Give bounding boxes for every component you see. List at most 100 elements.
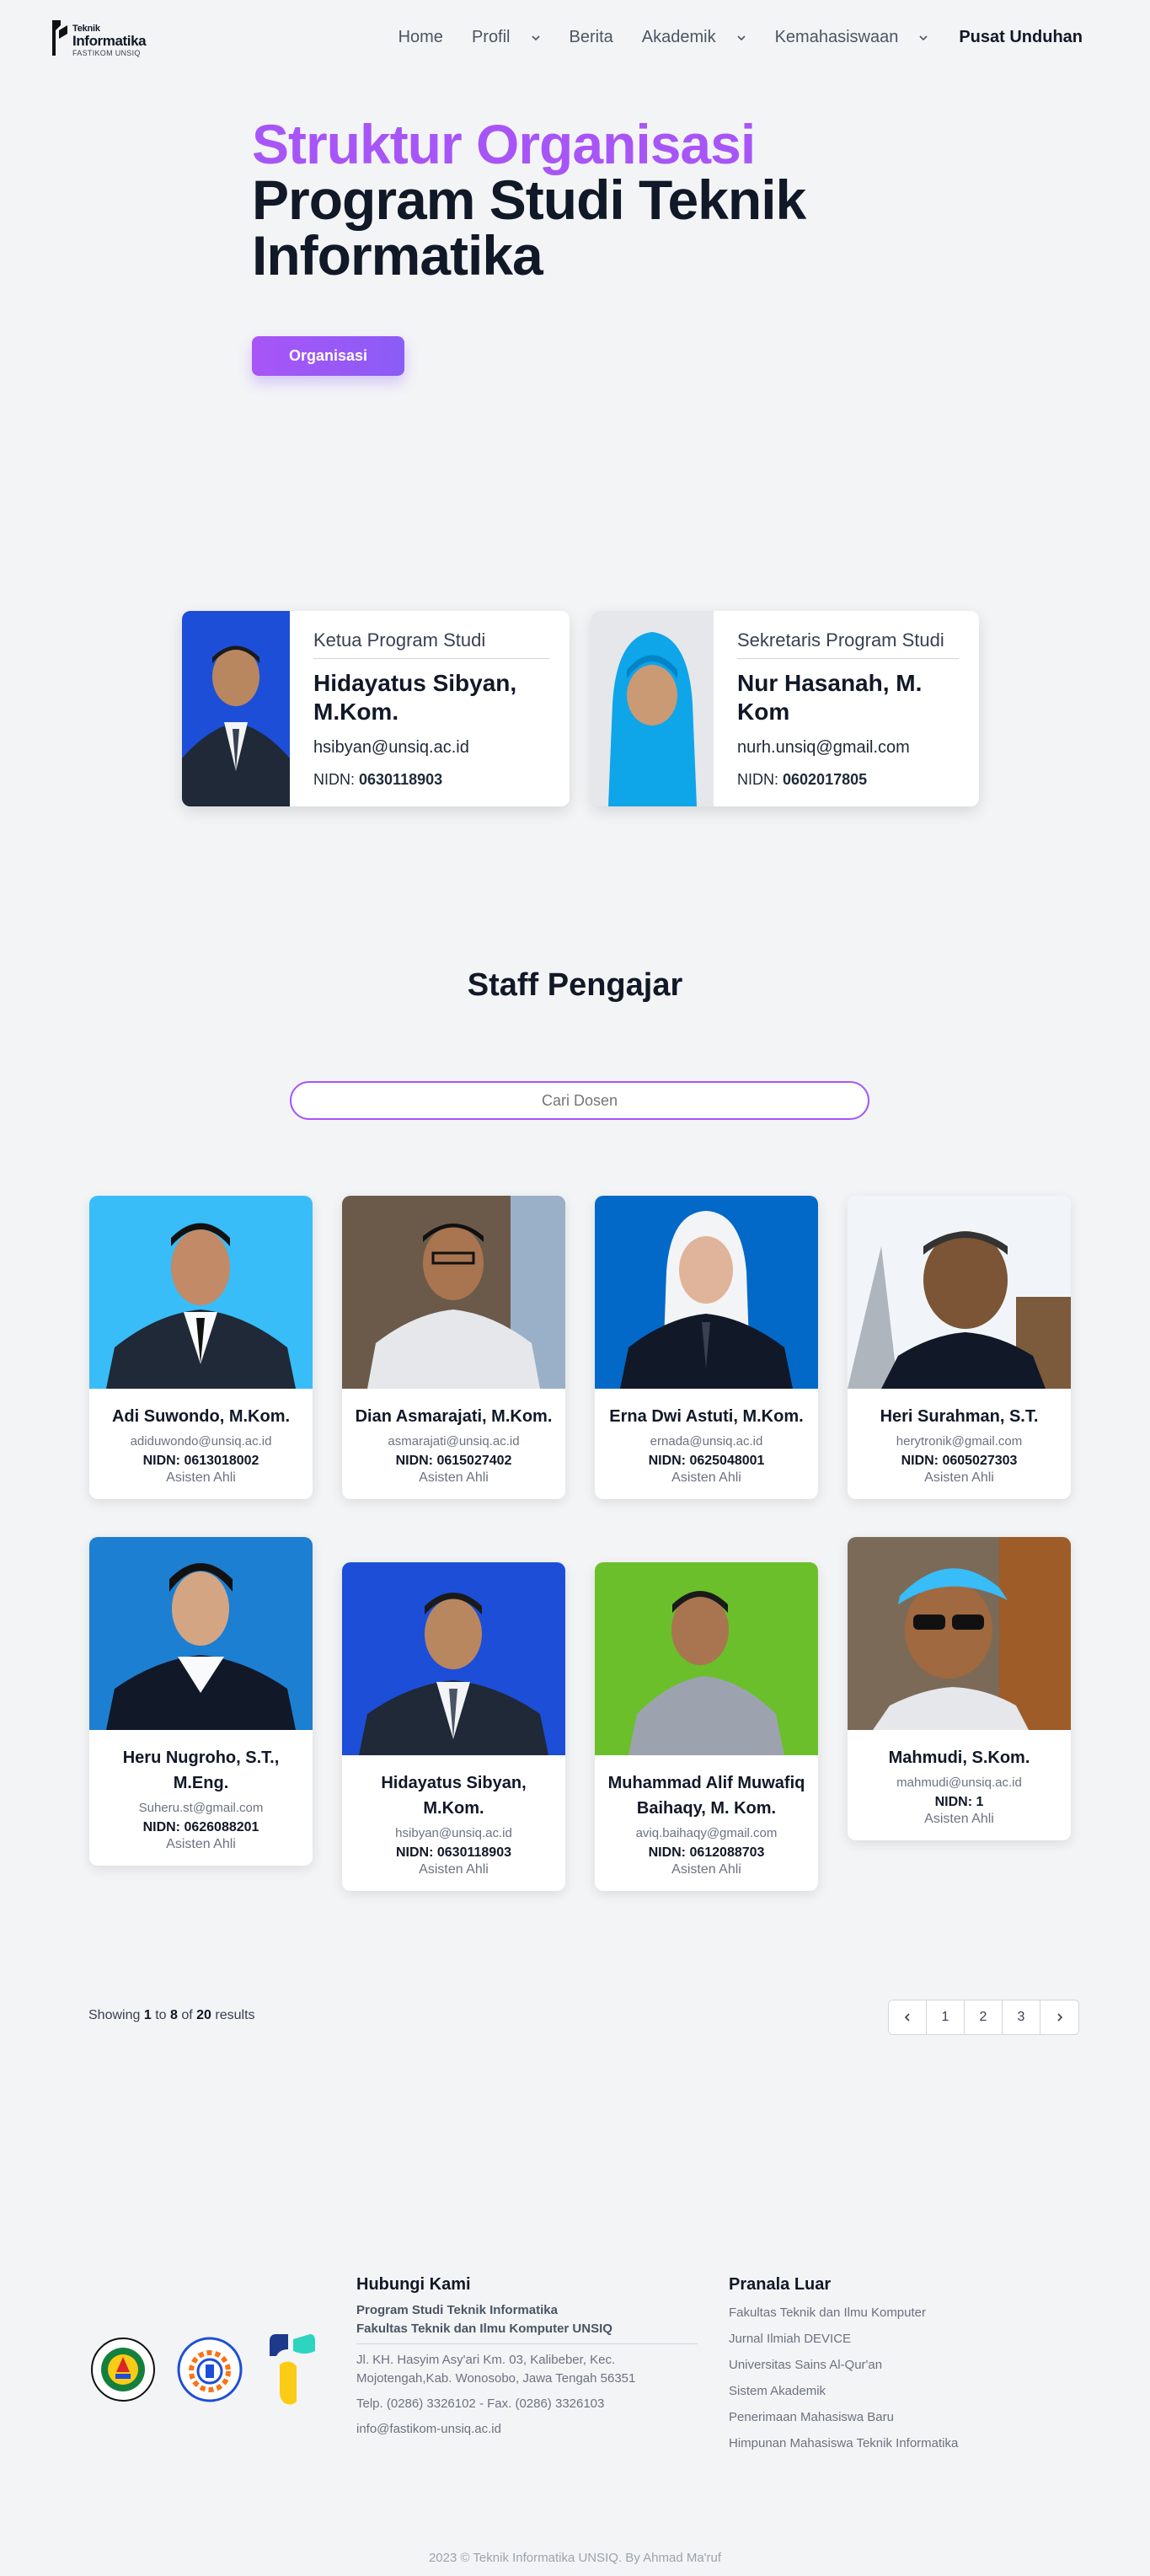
footer-link[interactable]: Penerimaan Mahasiswa Baru [729,2404,1066,2430]
staff-card[interactable]: Erna Dwi Astuti, M.Kom. ernada@unsiq.ac.… [595,1196,818,1499]
showing-of-word: of [181,2008,193,2022]
fastikom-logo [177,2337,243,2407]
staff-photo [89,1196,313,1389]
staff-email: adiduwondo@unsiq.ac.id [130,1434,272,1449]
staff-rank: Asisten Ahli [671,1862,741,1877]
showing-results-word: results [215,2008,255,2022]
showing-label: Showing [88,2008,141,2022]
pagination-page[interactable]: 3 [1003,2000,1040,2034]
staff-info: Mahmudi, S.Kom. mahmudi@unsiq.ac.id NIDN… [848,1730,1071,1840]
staff-name: Hidayatus Sibyan, M.Kom. [381,1774,527,1818]
site-logo[interactable]: Teknik Informatika FASTIKOM UNSIQ [51,19,160,59]
leader-role: Sekretaris Program Studi [737,629,959,659]
staff-email: Suheru.st@gmail.com [138,1801,264,1815]
pagination: 1 2 3 [888,2000,1079,2035]
main-menu: Home Profil Berita Akademik Kemahasiswaa… [370,28,1083,47]
staff-nidn: NIDN: 1 [934,1795,984,1809]
staff-nidn: NIDN: 0625048001 [648,1454,765,1468]
informatika-mark-icon [270,2334,315,2405]
leader-info: Sekretaris Program Studi Nur Hasanah, M.… [714,611,979,806]
footer-link[interactable]: Sistem Akademik [729,2378,1066,2404]
portrait-image [591,611,714,806]
staff-photo [342,1562,565,1755]
portrait-image [342,1562,565,1755]
staff-info: Heri Surahman, S.T. herytronik@gmail.com… [848,1389,1071,1499]
staff-info: Heru Nugroho, S.T., M.Eng. Suheru.st@gma… [89,1730,313,1866]
contact-org2: Fakultas Teknik dan Ilmu Komputer UNSIQ [356,2322,612,2336]
staff-rank: Asisten Ahli [419,1862,489,1877]
footer-contact: Hubungi Kami Program Studi Teknik Inform… [356,2275,710,2439]
leader-name: Nur Hasanah, M. Kom [737,670,923,725]
page-title-accent: Struktur Organisasi [252,113,756,175]
nav-berita[interactable]: Berita [570,28,613,47]
leader-info: Ketua Program Studi Hidayatus Sibyan, M.… [290,611,570,806]
staff-email: herytronik@gmail.com [896,1434,1023,1449]
staff-card[interactable]: Dian Asmarajati, M.Kom. asmarajati@unsiq… [342,1196,565,1499]
staff-card[interactable]: Adi Suwondo, M.Kom. adiduwondo@unsiq.ac.… [89,1196,313,1499]
portrait-image [595,1196,818,1389]
footer-link[interactable]: Jurnal Ilmiah DEVICE [729,2326,1066,2352]
portrait-image [848,1537,1071,1730]
staff-info: Hidayatus Sibyan, M.Kom. hsibyan@unsiq.a… [342,1755,565,1891]
staff-name: Heru Nugroho, S.T., M.Eng. [122,1749,280,1792]
hero-section: Struktur Organisasi Program Studi Teknik… [252,116,926,283]
nav-pusat-unduhan[interactable]: Pusat Unduhan [959,28,1083,47]
nav-kemahasiswaan[interactable]: Kemahasiswaan [775,28,929,47]
contact-address: Jl. KH. Hasyim Asy'ari Km. 03, Kalibeber… [356,2353,636,2386]
organisasi-button[interactable]: Organisasi [252,336,404,376]
staff-name: Heri Surahman, S.T. [880,1407,1039,1426]
staff-name: Muhammad Alif Muwafiq Baihaqy, M. Kom. [607,1774,805,1818]
showing-to-word: to [155,2008,167,2022]
search-input[interactable] [290,1081,869,1120]
staff-email: asmarajati@unsiq.ac.id [388,1434,520,1449]
staff-card[interactable]: Heru Nugroho, S.T., M.Eng. Suheru.st@gma… [89,1537,313,1866]
leader-email: nurh.unsiq@gmail.com [737,738,910,757]
informatika-mark-logo [268,2332,317,2411]
footer-link[interactable]: Fakultas Teknik dan Ilmu Komputer [729,2300,1066,2326]
logo-mark-icon [52,20,67,56]
nav-akademik[interactable]: Akademik [642,28,746,47]
leader-photo [591,611,714,806]
nav-home[interactable]: Home [398,28,443,47]
staff-rank: Asisten Ahli [924,1812,994,1826]
copyright: 2023 © Teknik Informatika UNSIQ. By Ahma… [428,2551,722,2565]
staff-card[interactable]: Mahmudi, S.Kom. mahmudi@unsiq.ac.id NIDN… [848,1537,1071,1840]
logo-line2: Informatika [72,33,147,49]
results-summary: Showing 1 to 8 of 20 results [88,2008,255,2023]
staff-photo [595,1196,818,1389]
university-seal-logo [90,2337,156,2407]
footer-link[interactable]: Universitas Sains Al-Qur'an [729,2352,1066,2378]
nav-akademik-label: Akademik [641,28,716,46]
chevron-down-icon [919,35,928,40]
portrait-image [89,1537,313,1730]
footer-link[interactable]: Himpunan Mahasiswa Teknik Informatika [729,2430,1066,2456]
showing-total: 20 [196,2008,211,2022]
leader-card-ketua: Ketua Program Studi Hidayatus Sibyan, M.… [182,611,570,806]
pagination-page[interactable]: 2 [965,2000,1003,2034]
staff-card[interactable]: Hidayatus Sibyan, M.Kom. hsibyan@unsiq.a… [342,1562,565,1891]
staff-rank: Asisten Ahli [924,1470,994,1485]
staff-nidn: NIDN: 0615027402 [395,1454,512,1468]
staff-photo [848,1196,1071,1389]
nav-kemahasiswaan-label: Kemahasiswaan [774,28,899,46]
staff-info: Adi Suwondo, M.Kom. adiduwondo@unsiq.ac.… [89,1389,313,1499]
nidn-value: 0602017805 [783,771,868,788]
staff-name: Dian Asmarajati, M.Kom. [355,1407,553,1426]
staff-card[interactable]: Muhammad Alif Muwafiq Baihaqy, M. Kom. a… [595,1562,818,1891]
pagination-prev[interactable] [889,2000,927,2034]
staff-email: mahmudi@unsiq.ac.id [896,1775,1022,1790]
staff-photo [342,1196,565,1389]
portrait-image [595,1562,818,1755]
pagination-next[interactable] [1040,2000,1078,2034]
staff-nidn: NIDN: 0605027303 [901,1454,1018,1468]
portrait-image [342,1196,565,1389]
contact-email[interactable]: info@fastikom-unsiq.ac.id [356,2420,710,2439]
pagination-page[interactable]: 1 [927,2000,965,2034]
contact-title: Hubungi Kami [356,2275,471,2294]
staff-rank: Asisten Ahli [166,1837,236,1851]
staff-card[interactable]: Heri Surahman, S.T. herytronik@gmail.com… [848,1196,1071,1499]
nidn-label: NIDN: [313,771,355,788]
nav-berita-label: Berita [569,28,613,46]
staff-info: Erna Dwi Astuti, M.Kom. ernada@unsiq.ac.… [595,1389,818,1499]
nav-profil[interactable]: Profil [472,28,541,47]
